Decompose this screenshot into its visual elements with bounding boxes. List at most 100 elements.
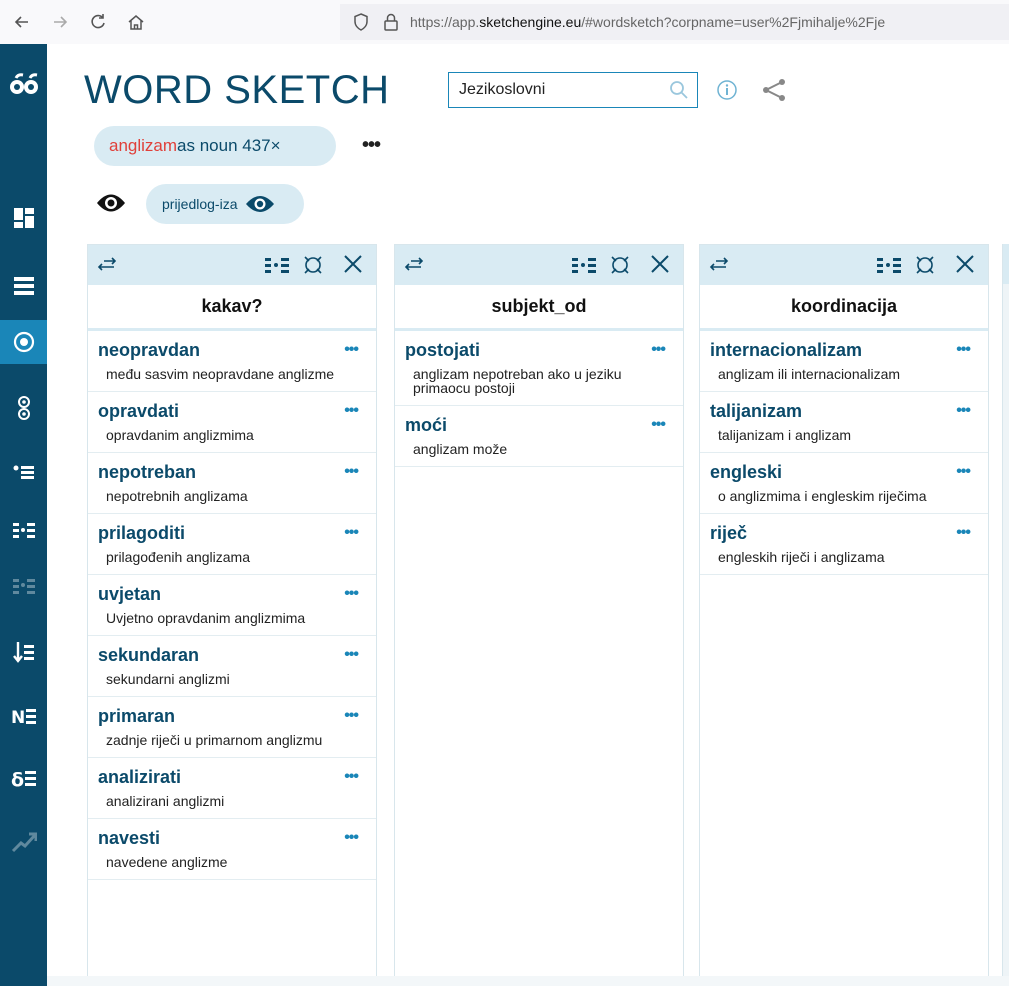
- focus-icon[interactable]: [914, 254, 936, 281]
- home-button[interactable]: [120, 6, 152, 38]
- corpus-search-input[interactable]: [459, 81, 659, 99]
- row-more-button[interactable]: •••: [344, 341, 359, 359]
- collocate-word[interactable]: primaran: [98, 705, 366, 727]
- filter-label: prijedlog-iza: [162, 196, 238, 212]
- swap-icon[interactable]: [403, 255, 425, 278]
- collocate-word[interactable]: internacionalizam: [710, 339, 978, 361]
- eye-icon[interactable]: [96, 192, 126, 219]
- arrow-right-icon: [54, 16, 68, 28]
- sidebar-item-ngrams[interactable]: N: [0, 694, 47, 738]
- row-more-button[interactable]: •••: [344, 707, 359, 725]
- sidebar-item-trends[interactable]: δ: [0, 756, 47, 800]
- collocate-word[interactable]: prilagoditi: [98, 522, 366, 544]
- collocate-word[interactable]: engleski: [710, 461, 978, 483]
- collocation-row[interactable]: talijanizam ••• talijanizam i anglizam: [700, 392, 988, 453]
- focus-icon[interactable]: [609, 254, 631, 281]
- collocate-word[interactable]: nepotreban: [98, 461, 366, 483]
- sidebar-item-sketch-diff[interactable]: [0, 386, 47, 430]
- collocation-row[interactable]: nepotreban ••• nepotrebnih anglizama: [88, 453, 376, 514]
- eye-icon[interactable]: [245, 194, 275, 214]
- collocation-row[interactable]: engleski ••• o anglizmima i engleskim rije…: [700, 453, 988, 514]
- row-more-button[interactable]: •••: [344, 463, 359, 481]
- ngram-icon: N: [11, 708, 36, 726]
- share-icon[interactable]: [762, 78, 788, 107]
- url-text: https://app.sketchengine.eu/#wordsketch?…: [410, 14, 886, 30]
- sidebar-item-parallel[interactable]: [0, 566, 47, 610]
- row-more-button[interactable]: •••: [344, 585, 359, 603]
- list-icon: [13, 277, 34, 295]
- sketch-engine-logo[interactable]: [0, 64, 47, 108]
- row-more-button[interactable]: •••: [956, 341, 971, 359]
- collocate-word[interactable]: uvjetan: [98, 583, 366, 605]
- collocation-row[interactable]: neopravdan ••• među sasvim neopravdane ang…: [88, 331, 376, 392]
- bullet-list-icon: [13, 465, 34, 479]
- forward-button[interactable]: [44, 6, 76, 38]
- close-icon[interactable]: [342, 253, 364, 280]
- collocate-word[interactable]: analizirati: [98, 766, 366, 788]
- close-icon[interactable]: [649, 253, 671, 280]
- focus-icon[interactable]: [302, 254, 324, 281]
- filter-chip[interactable]: prijedlog-iza: [146, 184, 304, 224]
- collocation-row[interactable]: moći ••• anglizam može: [395, 406, 683, 467]
- reload-icon: [91, 14, 105, 29]
- reload-button[interactable]: [82, 6, 114, 38]
- trends-icon: [11, 832, 37, 853]
- row-more-button[interactable]: •••: [344, 829, 359, 847]
- address-bar[interactable]: https://app.sketchengine.eu/#wordsketch?…: [340, 4, 1009, 40]
- row-more-button[interactable]: •••: [651, 416, 666, 434]
- columns-icon: [12, 523, 35, 538]
- sidebar-item-concordance[interactable]: [0, 264, 47, 308]
- info-icon[interactable]: [716, 79, 738, 106]
- row-more-button[interactable]: •••: [956, 524, 971, 542]
- columns-icon[interactable]: [876, 255, 902, 280]
- swap-icon[interactable]: [708, 255, 730, 278]
- sidebar-item-word-sketch[interactable]: [0, 320, 47, 364]
- collocation-row[interactable]: prilagoditi ••• prilagođenih anglizama: [88, 514, 376, 575]
- sidebar-item-keywords[interactable]: [0, 630, 47, 674]
- bottom-strip: [47, 976, 1009, 986]
- collocate-word[interactable]: talijanizam: [710, 400, 978, 422]
- close-icon[interactable]: [954, 253, 976, 280]
- logo-icon: [9, 73, 38, 94]
- collocate-word[interactable]: navesti: [98, 827, 366, 849]
- sort-icon: [12, 642, 34, 663]
- collocate-word[interactable]: moći: [405, 414, 673, 436]
- collocate-word[interactable]: riječ: [710, 522, 978, 544]
- row-more-button[interactable]: •••: [956, 402, 971, 420]
- sidebar-item-dashboard[interactable]: [0, 196, 47, 240]
- query-chip[interactable]: anglizam as noun 437×: [94, 126, 336, 166]
- collocate-word[interactable]: opravdati: [98, 400, 366, 422]
- collocate-example: opravdanim anglizmima: [106, 427, 254, 443]
- sidebar-item-thesaurus[interactable]: [0, 450, 47, 494]
- collocation-row[interactable]: opravdati ••• opravdanim anglizmima: [88, 392, 376, 453]
- back-button[interactable]: [6, 6, 38, 38]
- row-more-button[interactable]: •••: [956, 463, 971, 481]
- collocation-row[interactable]: navesti ••• navedene anglizme: [88, 819, 376, 880]
- swap-icon[interactable]: [96, 255, 118, 278]
- collocate-word[interactable]: neopravdan: [98, 339, 366, 361]
- row-more-button[interactable]: •••: [344, 402, 359, 420]
- collocation-row[interactable]: postojati ••• anglizam nepotreban ako u je…: [395, 331, 683, 406]
- columns-icon[interactable]: [264, 255, 290, 280]
- collocation-row[interactable]: uvjetan ••• Uvjetno opravdanim anglizmima: [88, 575, 376, 636]
- corpus-search-box[interactable]: [448, 72, 698, 108]
- collocate-example: navedene anglizme: [106, 854, 228, 870]
- collocation-row[interactable]: primaran ••• zadnje riječi u primarnom ang…: [88, 697, 376, 758]
- row-more-button[interactable]: •••: [344, 768, 359, 786]
- collocate-example: zadnje riječi u primarnom anglizmu: [106, 732, 323, 748]
- collocation-row[interactable]: analizirati ••• analizirani anglizmi: [88, 758, 376, 819]
- row-more-button[interactable]: •••: [651, 341, 666, 359]
- columns-icon[interactable]: [571, 255, 597, 280]
- row-more-button[interactable]: •••: [344, 646, 359, 664]
- collocate-word[interactable]: postojati: [405, 339, 673, 361]
- collocation-row[interactable]: sekundaran ••• sekundarni anglizmi: [88, 636, 376, 697]
- sidebar-item-chart[interactable]: [0, 820, 47, 864]
- more-options-button[interactable]: •••: [362, 134, 381, 157]
- search-icon[interactable]: [669, 80, 689, 105]
- collocation-row[interactable]: internacionalizam ••• anglizam ili interna…: [700, 331, 988, 392]
- row-more-button[interactable]: •••: [344, 524, 359, 542]
- collocation-row[interactable]: riječ ••• engleskih riječi i anglizama: [700, 514, 988, 575]
- collocate-word[interactable]: sekundaran: [98, 644, 366, 666]
- sidebar-item-wordlist[interactable]: [0, 508, 47, 552]
- shield-icon: [350, 11, 372, 33]
